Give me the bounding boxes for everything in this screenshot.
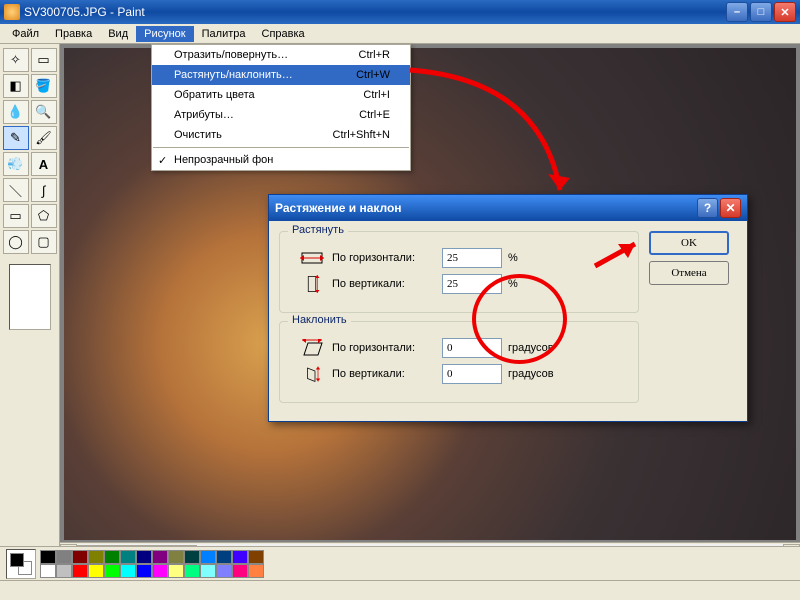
stretch-horizontal-icon xyxy=(300,249,324,267)
window-titlebar: SV300705.JPG - Paint – □ ✕ xyxy=(0,0,800,24)
stretch-vert-label: По вертикали: xyxy=(332,278,442,290)
palette-color[interactable] xyxy=(72,564,88,578)
skew-vertical-icon xyxy=(300,365,324,383)
tool-rect-select[interactable]: ▭ xyxy=(31,48,57,72)
palette-color[interactable] xyxy=(56,564,72,578)
minimize-button[interactable]: – xyxy=(726,2,748,22)
dialog-titlebar[interactable]: Растяжение и наклон ? ✕ xyxy=(269,195,747,221)
foreground-color-swatch xyxy=(10,553,24,567)
tool-options xyxy=(9,264,51,330)
skew-horiz-label: По горизонтали: xyxy=(332,342,442,354)
window-title: SV300705.JPG - Paint xyxy=(24,5,726,19)
palette-color[interactable] xyxy=(136,564,152,578)
stretch-vert-input[interactable] xyxy=(442,274,502,294)
palette-color[interactable] xyxy=(104,550,120,564)
palette-color[interactable] xyxy=(184,564,200,578)
skew-vert-label: По вертикали: xyxy=(332,368,442,380)
menu-item[interactable]: Растянуть/наклонить…Ctrl+W xyxy=(152,65,410,85)
stretch-horiz-input[interactable] xyxy=(442,248,502,268)
palette-color[interactable] xyxy=(120,550,136,564)
palette-color[interactable] xyxy=(72,550,88,564)
maximize-button[interactable]: □ xyxy=(750,2,772,22)
palette-color[interactable] xyxy=(40,564,56,578)
palette-color[interactable] xyxy=(216,564,232,578)
menu-dropdown: Отразить/повернуть…Ctrl+RРастянуть/накло… xyxy=(151,44,411,171)
ok-button[interactable]: OK xyxy=(649,231,729,255)
palette-color[interactable] xyxy=(168,550,184,564)
menu-item[interactable]: Обратить цветаCtrl+I xyxy=(152,85,410,105)
menu-рисунок[interactable]: Рисунок xyxy=(136,26,194,42)
palette-color[interactable] xyxy=(136,550,152,564)
cancel-button[interactable]: Отмена xyxy=(649,261,729,285)
skew-horizontal-icon xyxy=(300,339,324,357)
palette-color[interactable] xyxy=(152,564,168,578)
palette-color[interactable] xyxy=(168,564,184,578)
stretch-skew-dialog: Растяжение и наклон ? ✕ Растянуть По гор… xyxy=(268,194,748,422)
menu-палитра[interactable]: Палитра xyxy=(194,26,254,42)
tool-rect[interactable]: ▭ xyxy=(3,204,29,228)
skew-horiz-input[interactable] xyxy=(442,338,502,358)
palette-color[interactable] xyxy=(248,564,264,578)
palette-color[interactable] xyxy=(200,550,216,564)
palette-color[interactable] xyxy=(200,564,216,578)
menu-справка[interactable]: Справка xyxy=(254,26,313,42)
menu-item[interactable]: Атрибуты…Ctrl+E xyxy=(152,105,410,125)
tool-roundrect[interactable]: ▢ xyxy=(31,230,57,254)
dialog-help-button[interactable]: ? xyxy=(697,198,718,218)
tool-fill[interactable]: 🪣 xyxy=(31,74,57,98)
status-bar xyxy=(0,580,800,600)
degrees-unit: градусов xyxy=(508,342,554,354)
stretch-vertical-icon xyxy=(300,275,324,293)
app-icon xyxy=(4,4,20,20)
palette-color[interactable] xyxy=(248,550,264,564)
menubar: ФайлПравкаВидРисунокПалитраСправка xyxy=(0,24,800,44)
palette-color[interactable] xyxy=(184,550,200,564)
tool-pencil[interactable]: ✎ xyxy=(3,126,29,150)
menu-item[interactable]: Отразить/повернуть…Ctrl+R xyxy=(152,45,410,65)
stretch-horiz-label: По горизонтали: xyxy=(332,252,442,264)
palette-color[interactable] xyxy=(104,564,120,578)
palette-color[interactable] xyxy=(56,550,72,564)
window-close-button[interactable]: ✕ xyxy=(774,2,796,22)
tool-text[interactable]: A xyxy=(31,152,57,176)
palette-color[interactable] xyxy=(40,550,56,564)
menu-правка[interactable]: Правка xyxy=(47,26,100,42)
dialog-title: Растяжение и наклон xyxy=(275,201,695,215)
skew-legend: Наклонить xyxy=(288,314,351,326)
tool-picker[interactable]: 💧 xyxy=(3,100,29,124)
percent-unit: % xyxy=(508,252,518,264)
stretch-legend: Растянуть xyxy=(288,224,348,236)
palette-color[interactable] xyxy=(232,564,248,578)
percent-unit: % xyxy=(508,278,518,290)
menu-файл[interactable]: Файл xyxy=(4,26,47,42)
tool-zoom[interactable]: 🔍 xyxy=(31,100,57,124)
menu-item[interactable]: ОчиститьCtrl+Shft+N xyxy=(152,125,410,145)
tool-polygon[interactable]: ⬠ xyxy=(31,204,57,228)
palette-color[interactable] xyxy=(152,550,168,564)
menu-item[interactable]: ✓Непрозрачный фон xyxy=(152,150,410,170)
palette-color[interactable] xyxy=(120,564,136,578)
dialog-close-button[interactable]: ✕ xyxy=(720,198,741,218)
color-palette-bar xyxy=(0,546,800,580)
tool-eraser[interactable]: ◧ xyxy=(3,74,29,98)
menu-вид[interactable]: Вид xyxy=(100,26,136,42)
tool-line[interactable]: ＼ xyxy=(3,178,29,202)
skew-vert-input[interactable] xyxy=(442,364,502,384)
tool-brush[interactable]: 🖌 xyxy=(31,126,57,150)
palette-color[interactable] xyxy=(216,550,232,564)
palette-color[interactable] xyxy=(88,564,104,578)
tool-curve[interactable]: ∫ xyxy=(31,178,57,202)
skew-group: Наклонить По горизонтали: градусов По ве… xyxy=(279,321,639,403)
palette-color[interactable] xyxy=(232,550,248,564)
palette-grid xyxy=(40,550,264,578)
tool-freeform-select[interactable]: ✧ xyxy=(3,48,29,72)
tool-ellipse[interactable]: ◯ xyxy=(3,230,29,254)
degrees-unit: градусов xyxy=(508,368,554,380)
stretch-group: Растянуть По горизонтали: % По вертикали… xyxy=(279,231,639,313)
palette-color[interactable] xyxy=(88,550,104,564)
tool-airbrush[interactable]: 💨 xyxy=(3,152,29,176)
toolbox: ✧ ▭ ◧ 🪣 💧 🔍 ✎ 🖌 💨 A ＼ ∫ ▭ ⬠ ◯ ▢ xyxy=(0,44,60,560)
color-indicator[interactable] xyxy=(6,549,36,579)
